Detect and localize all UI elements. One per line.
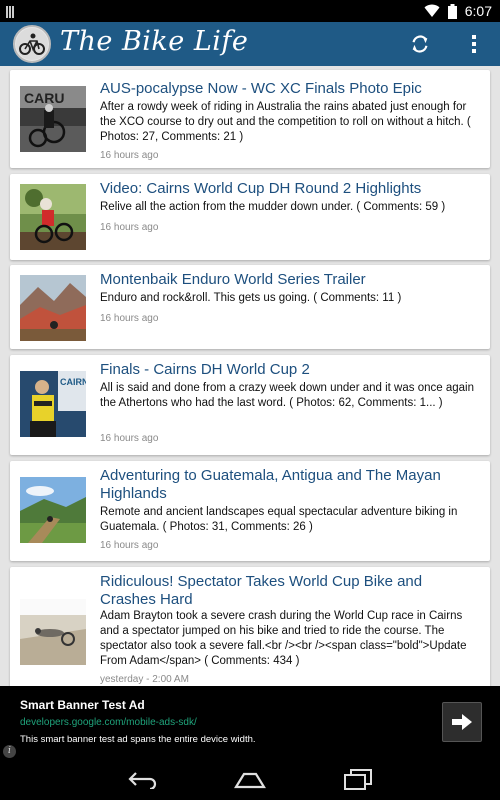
home-icon (234, 772, 266, 789)
article-time: yesterday - 2:00 AM (100, 674, 189, 685)
article-thumbnail: CAIRNS (20, 371, 86, 437)
ad-url[interactable]: developers.google.com/mobile-ads-sdk/ (20, 717, 197, 728)
article-thumbnail (20, 184, 86, 250)
article-card[interactable]: Ridiculous! Spectator Takes World Cup Bi… (10, 567, 490, 686)
back-button[interactable] (125, 768, 161, 792)
article-card[interactable]: CARU AUS-pocalypse Now - WC XC Finals Ph… (10, 70, 490, 168)
article-thumbnail (20, 599, 86, 665)
article-card[interactable]: Video: Cairns World Cup DH Round 2 Highl… (10, 174, 490, 260)
wifi-icon (424, 4, 440, 17)
home-button[interactable] (232, 768, 268, 792)
article-time: 16 hours ago (100, 222, 159, 233)
ad-banner[interactable]: Smart Banner Test Ad developers.google.c… (0, 686, 500, 760)
article-description: Adam Brayton took a severe crash during … (100, 610, 467, 667)
svg-text:CAIRNS: CAIRNS (60, 377, 86, 387)
article-thumbnail (20, 477, 86, 543)
article-description: All is said and done from a crazy week d… (100, 382, 474, 409)
article-title: Montenbaik Enduro World Series Trailer (100, 271, 366, 288)
article-card[interactable]: Montenbaik Enduro World Series Trailer E… (10, 265, 490, 349)
article-title: Ridiculous! Spectator Takes World Cup Bi… (100, 573, 423, 608)
article-title: Finals - Cairns DH World Cup 2 (100, 361, 310, 378)
article-description: After a rowdy week of riding in Australi… (100, 101, 471, 143)
article-thumbnail (20, 275, 86, 341)
article-time: 16 hours ago (100, 150, 159, 161)
ad-open-button[interactable] (442, 702, 482, 742)
article-time: 16 hours ago (100, 433, 159, 444)
article-thumbnail: CARU (20, 86, 86, 152)
article-time: 16 hours ago (100, 540, 159, 551)
svg-text:CARU: CARU (24, 90, 64, 106)
article-card[interactable]: CAIRNS Finals - Cairns DH World Cup 2 Al… (10, 355, 490, 455)
battery-icon (447, 3, 457, 19)
more-vert-icon (472, 35, 476, 53)
article-description: Relive all the action from the mudder do… (100, 201, 446, 213)
arrow-right-icon (452, 714, 472, 730)
back-icon (128, 772, 157, 789)
recents-icon (344, 769, 372, 790)
app-title: The Bike Life (60, 26, 249, 57)
article-time: 16 hours ago (100, 313, 159, 324)
refresh-button[interactable] (406, 30, 434, 58)
article-card[interactable]: Adventuring to Guatemala, Antigua and Th… (10, 461, 490, 561)
article-list[interactable]: CARU AUS-pocalypse Now - WC XC Finals Ph… (0, 66, 500, 686)
bike-logo-icon (16, 28, 48, 60)
article-title: Adventuring to Guatemala, Antigua and Th… (100, 467, 441, 502)
status-bar: 6:07 (0, 0, 500, 22)
sim-icon (6, 5, 20, 18)
refresh-icon (412, 35, 428, 53)
recents-button[interactable] (340, 768, 376, 792)
app-bar: The Bike Life (0, 22, 500, 66)
status-time: 6:07 (464, 3, 492, 19)
ad-description: This smart banner test ad spans the enti… (20, 734, 256, 745)
article-title: AUS-pocalypse Now - WC XC Finals Photo E… (100, 80, 422, 97)
article-title: Video: Cairns World Cup DH Round 2 Highl… (100, 180, 422, 197)
navigation-bar (0, 760, 500, 800)
info-icon[interactable]: i (3, 745, 16, 758)
app-logo (13, 25, 51, 63)
article-description: Enduro and rock&roll. This gets us going… (100, 292, 402, 304)
article-description: Remote and ancient landscapes equal spec… (100, 506, 458, 533)
overflow-menu-button[interactable] (460, 30, 488, 58)
ad-title: Smart Banner Test Ad (20, 698, 145, 712)
